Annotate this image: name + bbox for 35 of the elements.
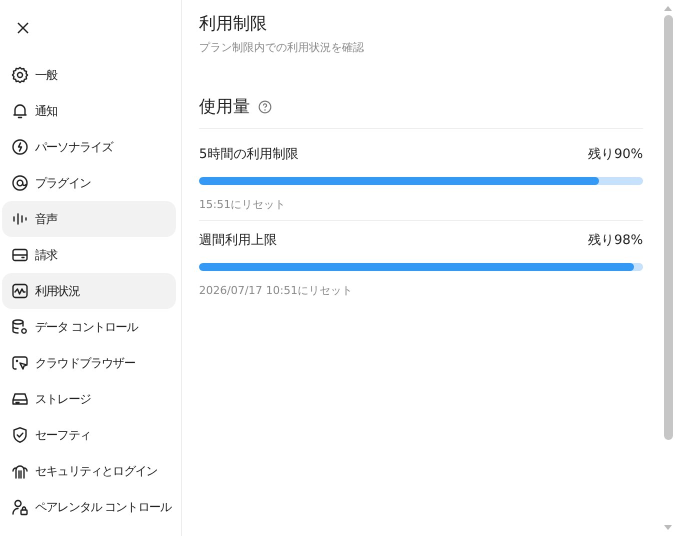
bell-icon xyxy=(11,102,29,120)
person-lock-icon xyxy=(11,498,29,516)
section-heading: 使用量 xyxy=(199,96,250,118)
sidebar-item[interactable]: 通知 xyxy=(2,93,176,129)
at-sign-icon xyxy=(11,174,29,192)
sidebar-item[interactable]: プラグイン xyxy=(2,165,176,201)
limit-name: 5時間の利用制限 xyxy=(199,146,298,163)
sidebar-item[interactable]: ストレージ xyxy=(2,381,176,417)
chart-icon xyxy=(11,282,29,300)
reset-time: 2026/07/17 10:51にリセット xyxy=(199,283,354,298)
sidebar-item[interactable]: データ コントロール xyxy=(2,309,176,345)
database-gear-icon xyxy=(11,318,29,336)
browser-cursor-icon xyxy=(11,354,29,372)
page-title: 利用制限 xyxy=(199,13,268,36)
sidebar-item[interactable]: 請求 xyxy=(2,237,176,273)
sidebar-item[interactable]: セキュリティとログイン xyxy=(2,453,176,489)
sidebar-item[interactable]: 音声 xyxy=(2,201,176,237)
remaining-percent: 残り90% xyxy=(588,146,643,163)
scroll-down-icon[interactable] xyxy=(663,524,673,532)
shield-check-icon xyxy=(11,426,29,444)
sidebar-item[interactable]: クラウドブラウザー xyxy=(2,345,176,381)
gear-icon xyxy=(11,66,29,84)
sidebar-item[interactable]: セーフティ xyxy=(2,417,176,453)
close-icon xyxy=(16,21,30,35)
scroll-up-icon[interactable] xyxy=(663,4,673,12)
sidebar-item[interactable]: 利用状況 xyxy=(2,273,176,309)
sidebar-item[interactable]: パーソナライズ xyxy=(2,129,176,165)
page-subtitle: プラン制限内での利用状況を確認 xyxy=(199,40,365,55)
sidebar-item[interactable]: 一般 xyxy=(2,57,176,93)
limit-name: 週間利用上限 xyxy=(199,232,277,249)
card-icon xyxy=(11,246,29,264)
reset-time: 15:51にリセット xyxy=(199,197,287,212)
help-icon[interactable] xyxy=(258,100,272,114)
remaining-percent: 残り98% xyxy=(588,232,643,249)
sidebar-item[interactable]: ペアレンタル コントロール xyxy=(2,489,176,525)
